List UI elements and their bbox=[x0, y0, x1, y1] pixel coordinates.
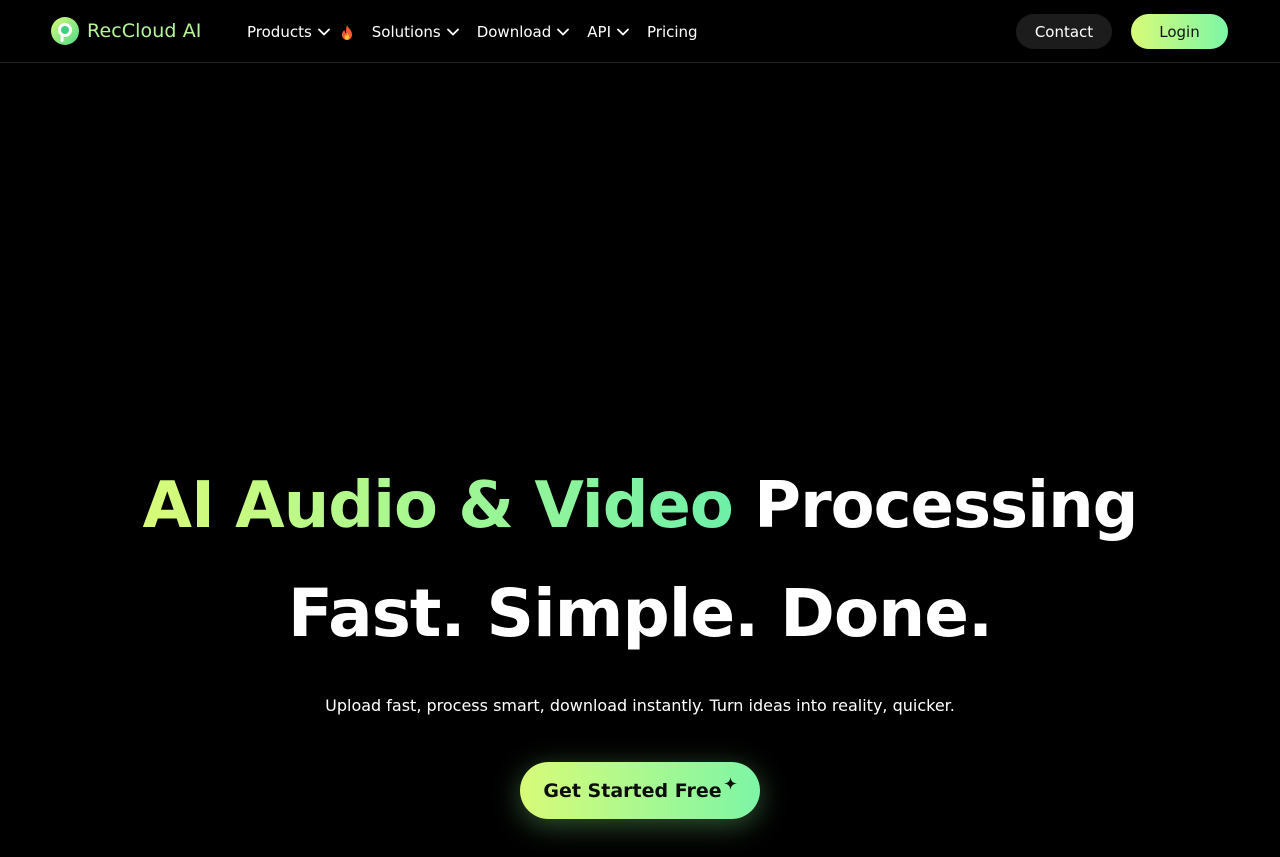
nav-item-label: Pricing bbox=[647, 23, 698, 41]
nav-item-api[interactable]: API bbox=[587, 20, 629, 44]
nav-item-pricing[interactable]: Pricing bbox=[647, 20, 698, 44]
contact-button[interactable]: Contact bbox=[1016, 14, 1112, 49]
nav-item-solutions[interactable]: Solutions bbox=[372, 20, 459, 44]
nav-item-products[interactable]: Products bbox=[247, 20, 354, 44]
brand-name: RecCloud AI bbox=[87, 20, 202, 42]
fire-icon bbox=[341, 24, 352, 40]
sparkle-icon bbox=[723, 777, 737, 790]
site-header: RecCloud AI Products Solutions Download … bbox=[0, 0, 1280, 63]
main-nav: Products Solutions Download API Pricing bbox=[247, 20, 698, 44]
page: RecCloud AI Products Solutions Download … bbox=[0, 0, 1280, 857]
nav-item-label: Download bbox=[476, 23, 552, 41]
reccloud-logo-icon bbox=[51, 17, 79, 45]
nav-item-download[interactable]: Download bbox=[477, 20, 570, 44]
hero-title-rest: Processing bbox=[732, 469, 1138, 543]
hero-title: AI Audio & Video Processing bbox=[0, 466, 1280, 546]
login-button[interactable]: Login bbox=[1131, 14, 1228, 49]
get-started-button[interactable]: Get Started Free bbox=[520, 762, 760, 819]
hero-subtitle: Upload fast, process smart, download ins… bbox=[325, 696, 955, 715]
nav-item-label: Solutions bbox=[371, 23, 441, 41]
cta-label: Get Started Free bbox=[543, 779, 722, 802]
chevron-down-icon bbox=[617, 28, 629, 36]
brand-logo[interactable]: RecCloud AI bbox=[51, 17, 202, 45]
chevron-down-icon bbox=[557, 28, 570, 36]
nav-item-label: API bbox=[587, 23, 611, 41]
hero-title-highlight: AI Audio & Video bbox=[142, 469, 734, 543]
chevron-down-icon bbox=[317, 28, 330, 36]
chevron-down-icon bbox=[446, 28, 459, 36]
hero-tagline: Fast. Simple. Done. bbox=[287, 575, 993, 652]
nav-item-label: Products bbox=[247, 23, 312, 41]
